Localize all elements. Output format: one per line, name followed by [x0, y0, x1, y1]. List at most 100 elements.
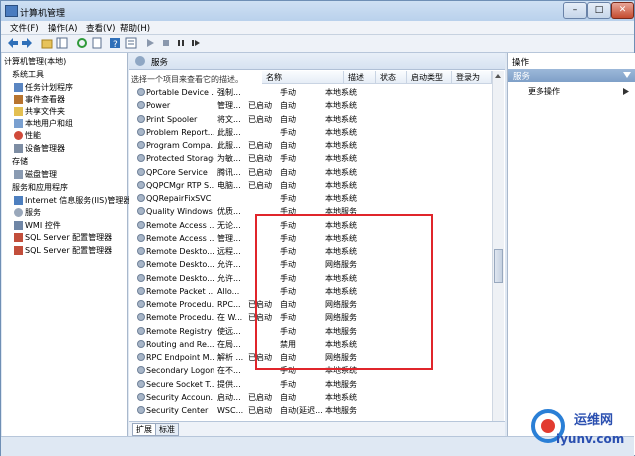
tree-services[interactable]: 服务 [25, 207, 41, 218]
actions-section-bar[interactable]: 服务 [508, 69, 635, 82]
service-status: 已启动 [248, 167, 272, 177]
service-name: Remote Procedu... [146, 313, 214, 323]
service-row[interactable]: Problem Report... 此服... 手动 本地系统 [132, 126, 362, 139]
menu-help[interactable]: 帮助(H) [120, 22, 150, 34]
service-startup-type: 自动 [280, 180, 296, 190]
start-service-icon[interactable] [144, 37, 156, 49]
tree-sql-config-2[interactable]: SQL Server 配置管理器 [25, 245, 112, 256]
help-icon[interactable]: ? [109, 37, 121, 50]
service-row[interactable]: QQRepairFixSVC 手动 本地系统 [132, 192, 362, 205]
service-gear-icon [137, 207, 145, 216]
column-name[interactable]: 名称 [262, 71, 344, 84]
service-gear-icon [137, 127, 145, 136]
service-description-cell: RPC... [217, 300, 241, 309]
service-name: Power [146, 101, 171, 111]
close-button[interactable]: ✕ [611, 2, 634, 19]
service-name: Print Spooler [146, 114, 198, 124]
service-description-cell: 管理... [217, 233, 241, 243]
service-row[interactable]: QPCore Service 腾讯... 已启动 自动 本地系统 [132, 166, 362, 179]
restart-service-icon[interactable] [190, 37, 202, 49]
tree-shared-folders[interactable]: 共享文件夹 [25, 106, 65, 117]
show-hide-tree-icon[interactable] [56, 37, 68, 49]
scroll-up-arrow[interactable] [495, 74, 501, 78]
more-actions-link[interactable]: 更多操作 [528, 86, 560, 97]
service-description-cell: 无论... [217, 220, 241, 230]
refresh-icon[interactable] [76, 37, 88, 49]
service-startup-type: 手动 [280, 127, 296, 137]
pause-service-icon[interactable] [175, 37, 187, 49]
service-description-cell: 远程... [217, 247, 241, 256]
tree-local-users[interactable]: 本地用户和组 [25, 118, 73, 129]
service-name: Remote Deskto... [146, 273, 214, 283]
properties-icon[interactable] [125, 37, 137, 49]
maximize-button[interactable]: □ [587, 2, 611, 19]
iis-manager-icon [14, 196, 23, 205]
tree-performance[interactable]: 性能 [25, 130, 41, 141]
back-arrow-icon[interactable] [7, 37, 19, 49]
service-gear-icon [137, 300, 145, 308]
service-logon-as: 本地系统 [325, 392, 357, 402]
service-description-cell: WSC... [217, 406, 244, 415]
tree-event-viewer[interactable]: 事件查看器 [25, 94, 65, 105]
disk-management-icon [14, 170, 23, 179]
device-manager-icon [14, 144, 23, 153]
service-description-cell: 在不... [217, 366, 241, 376]
tree-disk-management[interactable]: 磁盘管理 [25, 169, 57, 180]
menu-file[interactable]: 文件(F) [10, 22, 39, 34]
tree-device-manager[interactable]: 设备管理器 [25, 143, 65, 154]
column-startup-type[interactable]: 启动类型 [407, 71, 452, 84]
service-logon-as: 本地系统 [325, 141, 357, 150]
service-gear-icon [137, 260, 145, 269]
service-description-cell: 强制... [217, 88, 241, 97]
service-logon-as: 本地服务 [325, 406, 357, 415]
service-row[interactable]: Print Spooler 将文... 已启动 自动 本地系统 [132, 113, 362, 126]
column-status[interactable]: 状态 [376, 71, 407, 84]
service-description-cell: 允许... [217, 260, 241, 270]
service-startup-type: 自动 [280, 167, 296, 177]
service-row[interactable]: Security Center WSC... 已启动 自动(延迟... 本地服务 [132, 404, 362, 417]
service-name: Remote Procedu... [146, 300, 214, 309]
tree-sql-config-1[interactable]: SQL Server 配置管理器 [25, 232, 112, 243]
scrollbar-thumb[interactable] [494, 249, 503, 283]
tree-system-tools[interactable]: 系统工具 [12, 69, 44, 80]
service-row[interactable]: Security Accoun... 启动... 已启动 自动 本地系统 [132, 391, 362, 404]
services-gear-icon [135, 56, 145, 66]
tree-wmi-control[interactable]: WMI 控件 [25, 220, 61, 231]
service-startup-type: 手动 [280, 379, 296, 389]
menu-view[interactable]: 查看(V) [86, 22, 115, 34]
service-gear-icon [137, 273, 145, 282]
service-row[interactable]: Portable Device ... 强制... 手动 本地系统 [132, 86, 362, 99]
minimize-button[interactable]: – [563, 2, 587, 19]
column-logon-as[interactable]: 登录为 [452, 71, 492, 84]
tree-services-apps[interactable]: 服务和应用程序 [12, 182, 68, 193]
tree-iis-manager[interactable]: Internet 信息服务(IIS)管理器 [25, 195, 131, 206]
tree-task-scheduler[interactable]: 任务计划程序 [25, 82, 73, 93]
service-row[interactable]: Secure Socket T... 提供... 手动 本地服务 [132, 378, 362, 391]
service-row[interactable]: Program Compa... 此服... 已启动 自动 本地系统 [132, 139, 362, 152]
service-row[interactable]: Protected Storage 为敏... 已启动 手动 本地系统 [132, 152, 362, 165]
navigation-tree: 计算机管理(本地) 系统工具 任务计划程序 事件查看器 共享文件夹 本地用户和组… [2, 53, 131, 455]
tab-standard[interactable]: 标准 [155, 423, 179, 436]
window-title: 计算机管理 [20, 9, 66, 19]
service-row[interactable]: Power 管理... 已启动 自动 本地系统 [132, 99, 362, 112]
service-description-cell: 管理... [217, 101, 241, 111]
up-folder-icon[interactable] [41, 37, 53, 49]
service-name: QQPCMgr RTP S... [146, 180, 214, 190]
menu-action[interactable]: 操作(A) [48, 22, 77, 34]
service-description-cell: 使远... [217, 326, 241, 336]
service-row[interactable]: QQPCMgr RTP S... 电脑... 已启动 自动 本地系统 [132, 179, 362, 192]
stop-service-icon[interactable] [160, 37, 172, 49]
forward-arrow-icon[interactable] [21, 37, 33, 49]
expand-arrow-icon[interactable] [623, 88, 629, 95]
export-list-icon[interactable] [91, 37, 103, 49]
service-name: Remote Access ... [146, 233, 214, 243]
vertical-scrollbar[interactable] [492, 71, 504, 434]
service-name: Secure Socket T... [146, 379, 214, 389]
tree-storage[interactable]: 存储 [12, 156, 28, 167]
collapse-arrow-icon[interactable] [623, 72, 631, 79]
services-header-title: 服务 [151, 58, 169, 68]
tree-root[interactable]: 计算机管理(本地) [4, 56, 66, 67]
tab-extended[interactable]: 扩展 [132, 423, 156, 436]
column-description[interactable]: 描述 [344, 71, 376, 84]
service-gear-icon [137, 180, 145, 189]
